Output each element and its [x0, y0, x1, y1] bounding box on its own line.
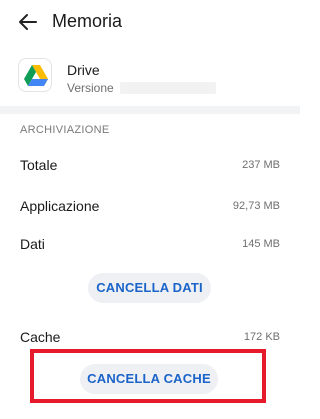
header: Memoria: [0, 0, 300, 44]
app-version-label: Versione: [67, 81, 114, 95]
app-info: Drive Versione: [0, 52, 300, 108]
row-total: Totale 237 MB: [20, 157, 280, 177]
row-value: 172 KB: [243, 331, 280, 343]
clear-data-button[interactable]: CANCELLA DATI: [88, 273, 211, 303]
row-label: Cache: [20, 329, 61, 345]
row-value: 92,73 MB: [232, 200, 280, 212]
section-label: ARCHIVIAZIONE: [20, 124, 110, 136]
version-redacted: [120, 82, 216, 94]
row-value: 145 MB: [242, 238, 280, 250]
row-label: Dati: [20, 236, 45, 252]
page-title: Memoria: [52, 11, 123, 31]
row-cache: Cache 172 KB: [20, 329, 280, 349]
row-label: Applicazione: [20, 198, 100, 214]
section-divider: [0, 106, 300, 114]
back-arrow-icon[interactable]: [16, 10, 40, 34]
app-name: Drive: [67, 62, 100, 78]
storage-screen: Memoria Drive Versione ARCHIVIAZIONE Tot…: [0, 0, 300, 419]
row-label: Totale: [20, 157, 58, 173]
clear-cache-button[interactable]: CANCELLA CACHE: [80, 364, 218, 394]
row-value: 237 MB: [242, 159, 280, 171]
row-application: Applicazione 92,73 MB: [20, 198, 280, 218]
row-data: Dati 145 MB: [20, 236, 280, 256]
google-drive-icon: [18, 58, 52, 92]
